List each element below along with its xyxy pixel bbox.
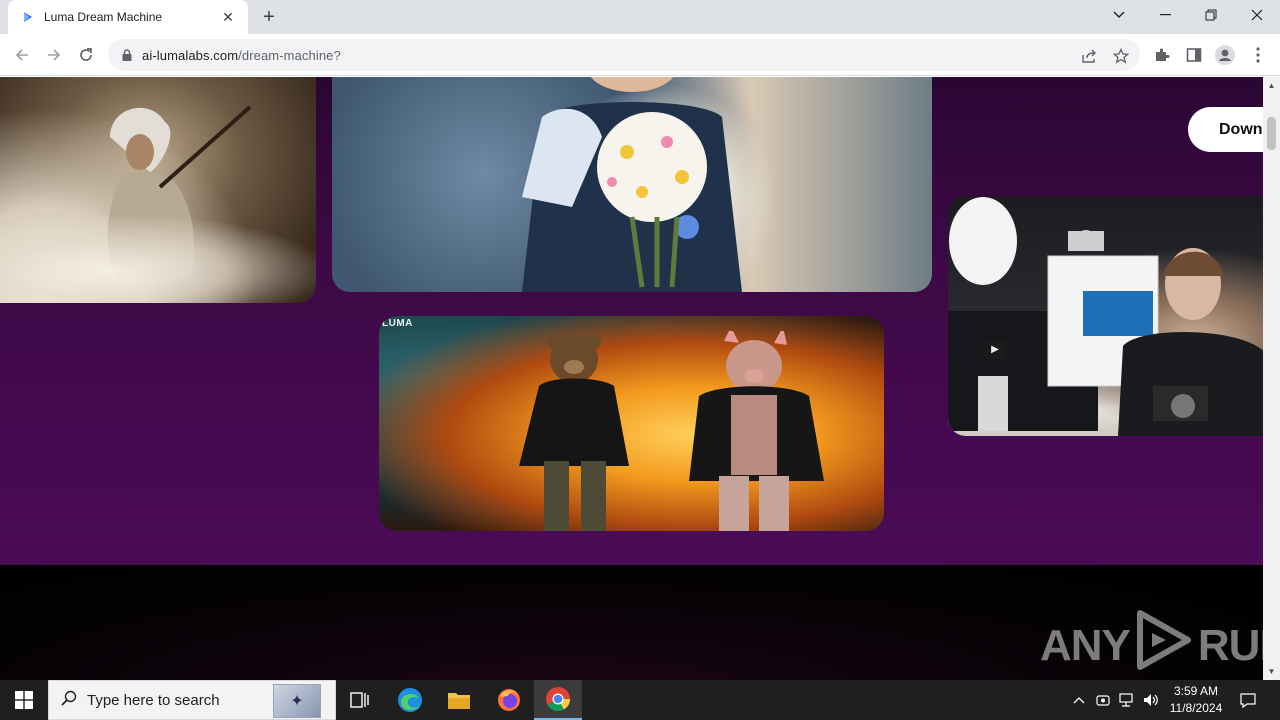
woman-with-bouquet: [522, 77, 742, 292]
edge-icon: [398, 688, 422, 712]
clock-date: 11/8/2024: [1169, 701, 1223, 715]
chrome-menu-icon[interactable]: [1248, 45, 1268, 65]
new-tab-button[interactable]: +: [256, 5, 282, 29]
share-icon[interactable]: [1080, 47, 1098, 65]
firefox-taskbar-button[interactable]: [485, 680, 533, 720]
pig-figure: [689, 331, 824, 531]
restore-button[interactable]: [1188, 0, 1234, 30]
windows-taskbar: Type here to search ✦ 3:59 AM 11/8/2024: [0, 680, 1280, 720]
search-highlight-image: ✦: [273, 684, 321, 718]
play-icon[interactable]: ▶: [984, 339, 1006, 359]
bear-figure: [519, 333, 629, 531]
page-scrollbar[interactable]: ▲ ▼: [1263, 77, 1280, 680]
file-explorer-icon: [448, 693, 470, 709]
video-card-bear-pig[interactable]: LUMA: [379, 316, 884, 531]
scrollbar-thumb[interactable]: [1267, 117, 1276, 150]
windows-logo-icon: [15, 691, 33, 709]
anyrun-text-right: RUN: [1197, 620, 1263, 670]
minimize-button[interactable]: [1142, 0, 1188, 30]
search-placeholder: Type here to search: [87, 691, 220, 709]
url-text[interactable]: ai-lumalabs.com/dream-machine?: [142, 48, 341, 63]
url-path: /dream-machine?: [238, 47, 341, 63]
tab-close-icon[interactable]: ✕: [218, 7, 238, 27]
video-card-studio[interactable]: ▶: [948, 196, 1263, 436]
tab-strip: Luma Dream Machine ✕ +: [0, 0, 1280, 34]
task-view-button[interactable]: [336, 680, 384, 720]
notifications-icon[interactable]: [1236, 680, 1260, 720]
tab-luma-dream-machine[interactable]: Luma Dream Machine ✕: [8, 0, 248, 34]
luma-watermark: LUMA: [382, 318, 413, 329]
anyrun-play-logo-icon: [1134, 609, 1194, 680]
anyrun-watermark: ANY RUN: [1040, 609, 1263, 680]
back-button[interactable]: [8, 41, 36, 69]
firefox-icon: [498, 689, 520, 711]
video-card-flowers[interactable]: [332, 77, 932, 292]
url-domain: ai-lumalabs.com: [142, 47, 239, 63]
browser-toolbar: ai-lumalabs.com/dream-machine?: [0, 34, 1280, 76]
forward-button[interactable]: [40, 41, 68, 69]
bear-and-pig-figures: [519, 331, 824, 531]
lock-icon[interactable]: [120, 48, 134, 62]
studio-scene: [948, 197, 1263, 436]
clock-time: 3:59 AM: [1173, 684, 1219, 698]
file-explorer-taskbar-button[interactable]: [435, 680, 483, 720]
luma-favicon-icon: [20, 9, 36, 25]
edge-taskbar-button[interactable]: [386, 680, 434, 720]
start-button[interactable]: [0, 680, 48, 720]
profile-avatar-icon[interactable]: [1215, 45, 1235, 65]
tab-search-chevron-icon[interactable]: [1096, 0, 1142, 30]
side-panel-icon[interactable]: [1184, 45, 1204, 65]
extensions-puzzle-icon[interactable]: [1152, 45, 1172, 65]
bookmark-star-icon[interactable]: [1112, 47, 1130, 65]
scroll-down-arrow-icon[interactable]: ▼: [1263, 663, 1280, 680]
volume-icon[interactable]: [1140, 680, 1162, 720]
search-icon: [61, 690, 77, 711]
address-bar[interactable]: ai-lumalabs.com/dream-machine?: [108, 39, 1140, 71]
tab-title: Luma Dream Machine: [44, 10, 163, 24]
meet-now-icon[interactable]: [1093, 680, 1113, 720]
chrome-taskbar-button[interactable]: [534, 680, 582, 720]
scroll-up-arrow-icon[interactable]: ▲: [1263, 77, 1280, 94]
taskbar-search-box[interactable]: Type here to search ✦: [48, 680, 336, 720]
close-window-button[interactable]: [1234, 0, 1280, 30]
task-view-icon: [350, 692, 369, 708]
page-viewport: LUMA ▶ Down ANY RU: [0, 77, 1263, 680]
chrome-icon: [546, 687, 570, 712]
network-icon[interactable]: [1116, 680, 1138, 720]
smoke-cloud: [0, 217, 316, 303]
taskbar-clock[interactable]: 3:59 AM 11/8/2024: [1162, 683, 1230, 717]
download-button[interactable]: Down: [1188, 107, 1263, 152]
tray-overflow-chevron-icon[interactable]: [1068, 680, 1090, 720]
reload-button[interactable]: [72, 41, 100, 69]
anyrun-text-left: ANY: [1040, 620, 1131, 670]
video-card-old-man[interactable]: [0, 77, 316, 303]
